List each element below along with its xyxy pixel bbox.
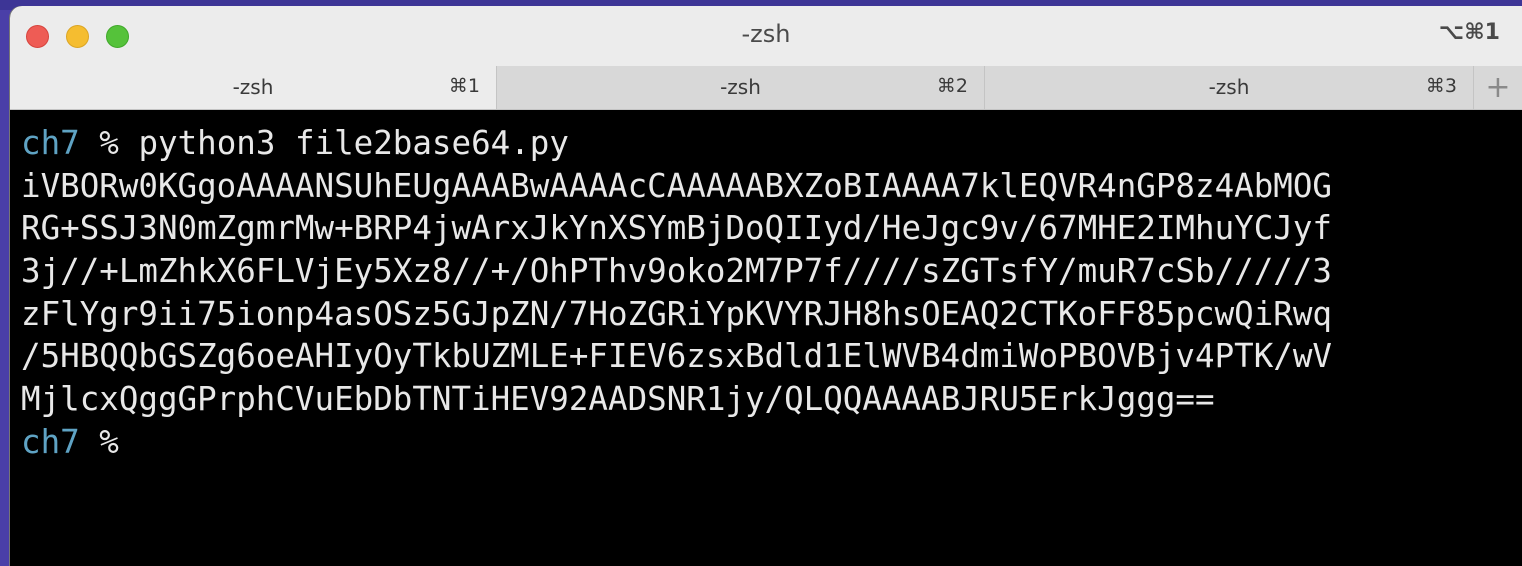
command-line: ch7 % python3 file2base64.py	[21, 122, 1522, 165]
output-line: MjlcxQggGPrphCVuEbDbTNTiHEV92AADSNR1jy/Q…	[21, 380, 1215, 419]
output-line: iVBORw0KGgoAAAANSUhEUgAAABwAAAAcCAAAAABX…	[21, 166, 1332, 205]
output-line: /5HBQQbGSZg6oeAHIyOyTkbUZMLE+FIEV6zsxBdl…	[21, 337, 1332, 376]
tab-2[interactable]: -zsh ⌘2	[497, 66, 985, 109]
window-title: -zsh	[741, 20, 791, 48]
tab-label: -zsh	[232, 75, 274, 99]
prompt-cwd: ch7	[21, 124, 80, 162]
tab-shortcut: ⌘2	[936, 75, 968, 97]
output-line: 3j//+LmZhkX6FLVjEy5Xz8//+/OhPThv9oko2M7P…	[21, 252, 1332, 291]
tab-shortcut: ⌘3	[1425, 75, 1457, 97]
tab-bar: -zsh ⌘1 -zsh ⌘2 -zsh ⌘3 +	[10, 66, 1522, 110]
tab-3[interactable]: -zsh ⌘3	[985, 66, 1474, 109]
tab-1[interactable]: -zsh ⌘1	[10, 66, 497, 109]
new-tab-button[interactable]: +	[1474, 66, 1522, 109]
output-line: RG+SSJ3N0mZgmrMw+BRP4jwArxJkYnXSYmBjDoQI…	[21, 209, 1332, 248]
tab-label: -zsh	[1208, 75, 1250, 99]
prompt-symbol: %	[99, 422, 119, 461]
title-bar[interactable]: -zsh ⌥⌘1	[10, 6, 1522, 66]
tab-label: -zsh	[720, 75, 761, 99]
terminal-window: -zsh ⌥⌘1 -zsh ⌘1 -zsh ⌘2 -zsh ⌘3 + ch7 %…	[10, 6, 1522, 566]
prompt-line: ch7 %	[21, 421, 1522, 464]
prompt-symbol: %	[99, 124, 119, 162]
output-line: zFlYgr9ii75ionp4asOSz5GJpZN/7HoZGRiYpKVY…	[21, 294, 1332, 333]
tab-shortcut: ⌘1	[448, 75, 480, 97]
window-shortcut: ⌥⌘1	[1438, 20, 1500, 45]
prompt-cwd: ch7	[21, 422, 80, 461]
terminal-output[interactable]: ch7 % python3 file2base64.py iVBORw0KGgo…	[10, 110, 1522, 566]
command-text: python3 file2base64.py	[138, 124, 569, 162]
